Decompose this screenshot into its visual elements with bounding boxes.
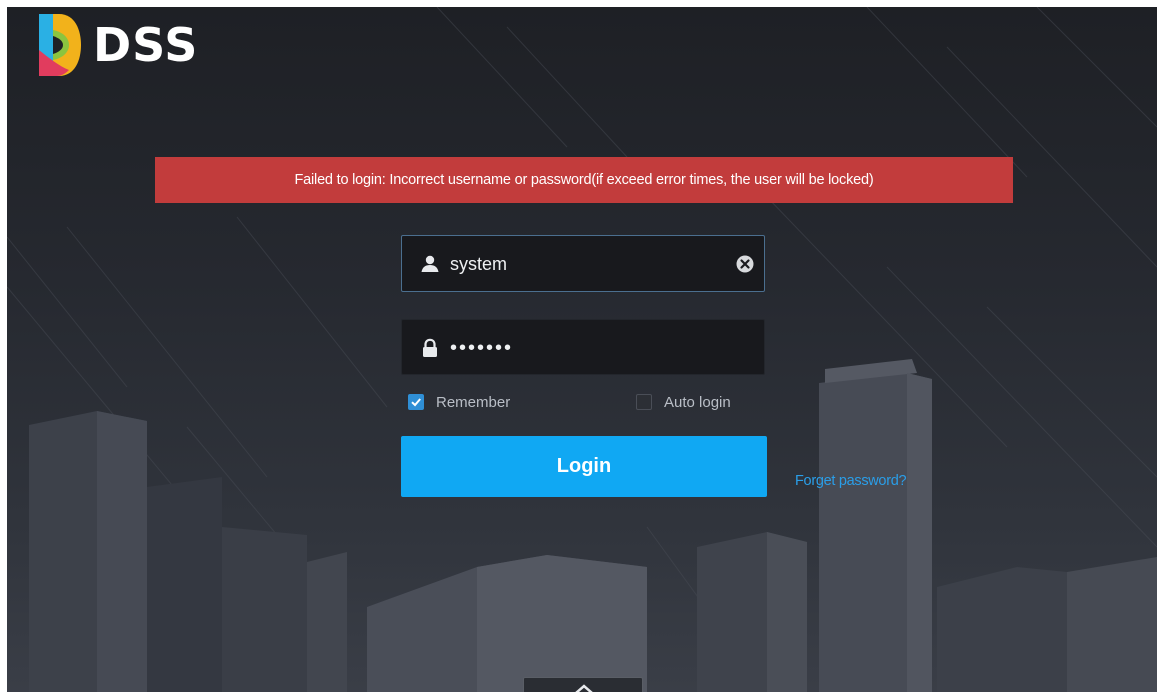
buildings [29,359,1157,692]
remember-checkbox[interactable] [408,394,424,410]
login-screen: DSS Failed to login: Incorrect username … [7,7,1157,692]
lock-icon [423,338,437,357]
auto-login-checkbox-row[interactable]: Auto login [636,392,731,412]
auto-login-label: Auto login [664,393,731,411]
clear-icon[interactable] [735,254,755,274]
auto-login-checkbox[interactable] [636,394,652,410]
password-input[interactable] [450,328,720,368]
login-button[interactable]: Login [401,436,767,497]
user-icon [421,255,439,272]
bottom-panel-handle[interactable] [523,677,643,692]
username-input[interactable] [450,244,720,284]
dss-logo-mark-icon [39,14,81,76]
forget-password-link[interactable]: Forget password? [795,473,907,489]
login-error-banner: Failed to login: Incorrect username or p… [155,157,1013,203]
logo: DSS [33,9,198,81]
password-field[interactable] [401,319,765,375]
remember-checkbox-row[interactable]: Remember [408,392,510,412]
remember-label: Remember [436,393,511,411]
brand-name: DSS [93,18,199,72]
username-field[interactable] [401,235,765,292]
chevron-up-icon [575,684,593,692]
checkmark-icon [411,398,421,407]
